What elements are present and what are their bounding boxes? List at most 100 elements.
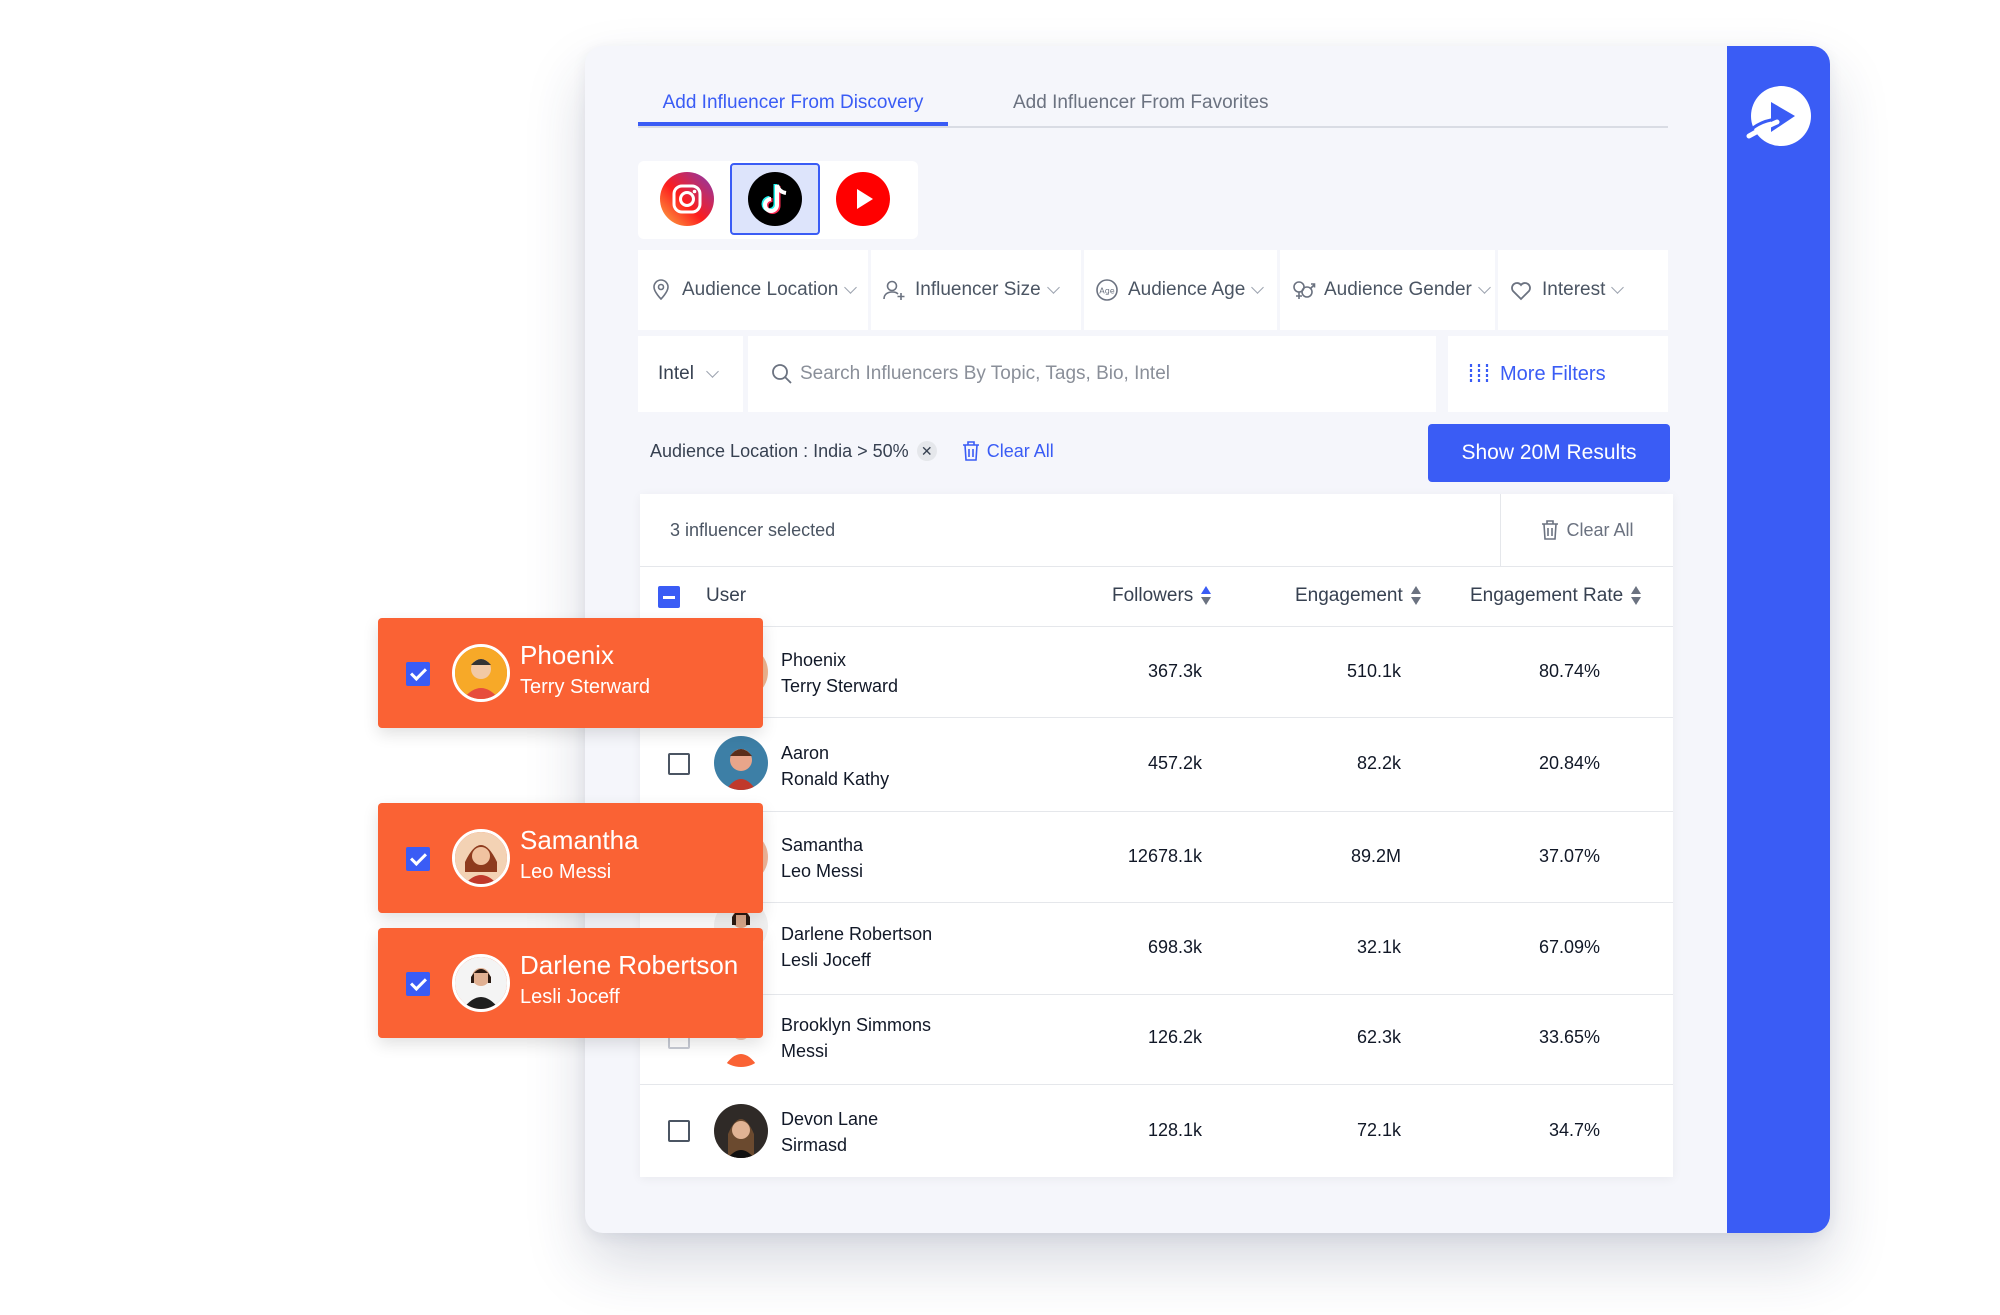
header-engagement-label: Engagement <box>1295 585 1403 606</box>
row-checkbox[interactable] <box>668 753 690 775</box>
search-icon <box>772 364 792 384</box>
engagement-rate-value: 33.65% <box>1538 1027 1600 1047</box>
active-filter-chip: Audience Location : India > 50% <box>650 440 909 461</box>
instagram-button[interactable] <box>642 163 732 235</box>
tiktok-button[interactable] <box>730 163 820 235</box>
selection-count: 3 influencer selected <box>670 520 836 540</box>
brand-logo-icon[interactable] <box>1743 82 1813 150</box>
row-checkbox[interactable] <box>668 1120 690 1142</box>
header-user: User <box>706 585 747 606</box>
selected-influencer-card[interactable]: Darlene Robertson Lesli Joceff <box>378 928 763 1038</box>
heart-icon <box>1511 282 1531 301</box>
engagement-value: 89.2M <box>1350 846 1401 866</box>
selection-bar: 3 influencer selected Clear All <box>640 494 1673 567</box>
filter-audience-location[interactable]: Audience Location <box>638 250 868 330</box>
followers-value: 457.2k <box>1147 753 1202 773</box>
chevron-down-icon <box>1046 281 1060 294</box>
select-all-checkbox[interactable] <box>658 586 680 608</box>
search-scope-dropdown[interactable]: Intel <box>638 336 743 412</box>
header-followers[interactable]: Followers <box>1112 566 1212 626</box>
user-first-name: Brooklyn Simmons <box>781 1015 932 1035</box>
more-filters-label: More Filters <box>1500 362 1606 385</box>
header-engagement-rate[interactable]: Engagement Rate <box>1470 566 1642 626</box>
user-name: Darlene Robertson Lesli Joceff <box>781 921 932 973</box>
user-name: Samantha Leo Messi <box>781 832 863 884</box>
card-last-name: Leo Messi <box>520 861 612 883</box>
header-engagement[interactable]: Engagement <box>1295 566 1421 626</box>
clear-selection-button[interactable]: Clear All <box>1500 494 1673 566</box>
filter-label: Interest <box>1542 279 1606 300</box>
card-first-name: Samantha <box>520 825 639 855</box>
clear-selection-label: Clear All <box>1566 519 1634 540</box>
engagement-rate-value: 34.7% <box>1548 1120 1600 1140</box>
engagement-rate-value: 37.07% <box>1538 846 1600 866</box>
user-name: Phoenix Terry Sterward <box>781 647 898 699</box>
table-row[interactable]: Devon Lane Sirmasd 128.1k 72.1k 34.7% <box>640 1085 1673 1177</box>
results-table: 3 influencer selected Clear All User Fol… <box>640 494 1673 1177</box>
chevron-down-icon <box>844 281 858 294</box>
trash-icon <box>1542 520 1559 540</box>
brand-rail <box>1727 46 1830 1233</box>
chevron-down-icon <box>706 365 719 378</box>
followers-value: 367.3k <box>1147 661 1202 681</box>
engagement-value: 72.1k <box>1356 1120 1401 1140</box>
card-checkbox[interactable] <box>406 972 430 996</box>
tab-add-from-discovery[interactable]: Add Influencer From Discovery <box>638 86 948 126</box>
filter-audience-gender[interactable]: Audience Gender <box>1280 250 1495 330</box>
filter-label: Audience Location <box>682 279 839 300</box>
user-name: Brooklyn Simmons Messi <box>781 1012 931 1064</box>
avatar <box>452 829 510 887</box>
user-last-name: Messi <box>781 1041 829 1061</box>
search-scope-label: Intel <box>658 363 694 384</box>
svg-text:Age: Age <box>1099 287 1115 296</box>
followers-value: 12678.1k <box>1127 846 1202 866</box>
card-checkbox[interactable] <box>406 662 430 686</box>
youtube-button[interactable] <box>818 163 908 235</box>
selected-influencer-card[interactable]: Phoenix Terry Sterward <box>378 618 763 728</box>
table-row[interactable]: Aaron Ronald Kathy 457.2k 82.2k 20.84% <box>640 718 1673 812</box>
table-row[interactable]: Samantha Leo Messi 12678.1k 89.2M 37.07% <box>640 812 1673 903</box>
tiktok-icon <box>748 172 802 226</box>
engagement-rate-value: 80.74% <box>1538 661 1600 681</box>
user-first-name: Darlene Robertson <box>781 924 933 944</box>
show-results-button[interactable]: Show 20M Results <box>1428 424 1670 482</box>
selected-influencer-card[interactable]: Samantha Leo Messi <box>378 803 763 913</box>
tab-bar: Add Influencer From Discovery Add Influe… <box>638 86 1668 128</box>
filter-sliders-icon <box>1469 364 1489 384</box>
trash-icon <box>962 441 979 461</box>
table-row[interactable]: Brooklyn Simmons Messi 126.2k 62.3k 33.65… <box>640 995 1673 1085</box>
tab-add-from-favorites[interactable]: Add Influencer From Favorites <box>1013 86 1269 126</box>
filter-influencer-size[interactable]: Influencer Size <box>871 250 1081 330</box>
engagement-value: 32.1k <box>1356 937 1401 957</box>
filter-audience-age[interactable]: Age Audience Age <box>1084 250 1277 330</box>
filter-label: Audience Gender <box>1324 279 1472 300</box>
more-filters-button[interactable]: More Filters <box>1448 336 1668 412</box>
chevron-down-icon <box>1478 281 1491 294</box>
user-first-name: Samantha <box>781 835 864 855</box>
chevron-down-icon <box>1611 281 1625 294</box>
search-input[interactable] <box>798 362 1402 386</box>
gender-icon <box>1293 281 1316 299</box>
engagement-value: 62.3k <box>1356 1027 1401 1047</box>
engagement-value: 82.2k <box>1356 753 1401 773</box>
engagement-value: 510.1k <box>1346 661 1401 681</box>
user-last-name: Sirmasd <box>781 1135 848 1155</box>
filter-label: Influencer Size <box>915 279 1041 300</box>
chevron-down-icon <box>1251 281 1265 294</box>
card-last-name: Lesli Joceff <box>520 986 620 1008</box>
user-plus-icon <box>883 280 905 300</box>
header-engagement-rate-label: Engagement Rate <box>1470 585 1624 606</box>
card-checkbox[interactable] <box>406 847 430 871</box>
instagram-icon <box>660 172 714 226</box>
header-followers-label: Followers <box>1112 585 1194 606</box>
card-first-name: Darlene Robertson <box>520 950 739 980</box>
filter-interest[interactable]: Interest <box>1498 250 1668 330</box>
table-row[interactable]: Phoenix Terry Sterward 367.3k 510.1k 80.7… <box>640 627 1673 718</box>
sort-icon <box>1410 586 1421 606</box>
followers-value: 698.3k <box>1147 937 1202 957</box>
remove-filter-icon[interactable]: ✕ <box>916 441 937 461</box>
avatar <box>452 954 510 1012</box>
clear-filters-button[interactable]: Clear All <box>961 440 1054 462</box>
age-icon: Age <box>1096 279 1118 301</box>
table-row[interactable]: Darlene Robertson Lesli Joceff 698.3k 32.… <box>640 899 1673 995</box>
